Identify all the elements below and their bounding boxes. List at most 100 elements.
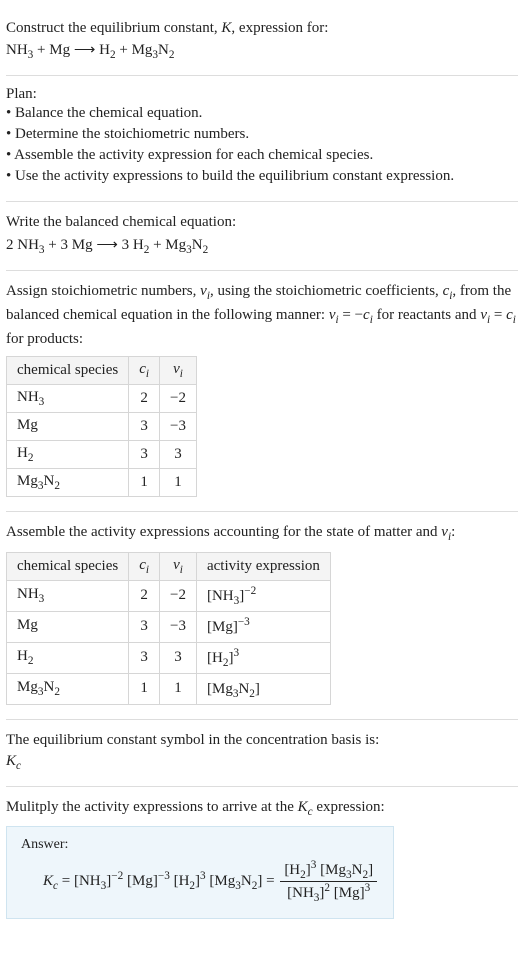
table-header-row: chemical species ci νi activity expressi… (7, 552, 331, 580)
bullet: • Use the activity expressions to build … (6, 166, 518, 187)
multiply-line: Mulitply the activity expressions to arr… (6, 797, 518, 821)
text: + 3 Mg ⟶ 3 H (45, 237, 144, 253)
plus: + (33, 42, 49, 58)
cell-ci: 3 (129, 412, 160, 440)
var-c: c (139, 361, 146, 377)
text: [Mg] (330, 885, 365, 901)
text: : (451, 524, 455, 540)
superscript: 3 (233, 647, 239, 659)
text: [Mg (206, 873, 236, 889)
balanced-intro: Write the balanced chemical equation: (6, 212, 518, 233)
text: Assign stoichiometric numbers, (6, 283, 200, 299)
text: for reactants and (373, 307, 480, 323)
cell-ci: 2 (129, 384, 160, 412)
table-row: Mg 3 −3 [Mg]−3 (7, 611, 331, 642)
text: Assemble the activity expressions accoun… (6, 524, 441, 540)
activity-intro: Assemble the activity expressions accoun… (6, 522, 518, 546)
superscript: −2 (244, 585, 256, 597)
eq: = (262, 873, 278, 889)
subscript: 2 (169, 49, 175, 61)
cell-nu: 3 (160, 642, 197, 673)
bullet: • Balance the chemical equation. (6, 103, 518, 124)
superscript: −2 (111, 870, 123, 882)
var-c: c (139, 557, 146, 573)
cell-activity: [Mg3N2] (196, 673, 330, 704)
cell-activity: [Mg]−3 (196, 611, 330, 642)
text: , using the stoichiometric coefficients, (210, 283, 443, 299)
var-nu: ν (173, 557, 180, 573)
superscript: 3 (365, 882, 371, 894)
text: N (352, 862, 363, 878)
subscript: 2 (203, 244, 209, 256)
cell-species: Mg (7, 412, 129, 440)
text: [Mg (316, 862, 346, 878)
cell-ci: 1 (129, 468, 160, 496)
activity-table: chemical species ci νi activity expressi… (6, 552, 331, 705)
text: for products: (6, 331, 83, 347)
subscript: 3 (39, 396, 45, 408)
sub-i: i (180, 368, 183, 380)
cell-nu: −3 (160, 611, 197, 642)
eq: = (58, 873, 74, 889)
species: N (158, 42, 169, 58)
cell-nu: 3 (160, 440, 197, 468)
cell-ci: 1 (129, 673, 160, 704)
th-ci: ci (129, 356, 160, 384)
sub-i: i (180, 564, 183, 576)
text: [NH (207, 588, 234, 604)
text: expression: (313, 799, 385, 815)
cell-nu: −2 (160, 384, 197, 412)
species: H (99, 42, 110, 58)
cell-activity: [H2]3 (196, 642, 330, 673)
text: , expression for: (231, 20, 328, 36)
var-K: K (43, 873, 53, 889)
arrow: ⟶ (70, 42, 99, 58)
table-row: Mg3N2 1 1 (7, 468, 197, 496)
bullet: • Assemble the activity expression for e… (6, 145, 518, 166)
table-row: NH3 2 −2 (7, 384, 197, 412)
cell-species: Mg3N2 (7, 673, 129, 704)
kc-symbol: Kc (6, 753, 518, 772)
assign-paragraph: Assign stoichiometric numbers, ν i , using… (6, 281, 518, 350)
text: [H (170, 873, 190, 889)
species: NH (6, 42, 28, 58)
text: + Mg (149, 237, 186, 253)
th-nu: νi (160, 552, 197, 580)
table-header-row: chemical species ci νi (7, 356, 197, 384)
prompt-block: Construct the equilibrium constant, K, e… (6, 8, 518, 76)
plus: + (116, 42, 132, 58)
text: = (490, 307, 506, 323)
cell-nu: −3 (160, 412, 197, 440)
sub-c: c (16, 760, 21, 772)
var-c: c (363, 307, 370, 323)
var-nu: ν (200, 283, 207, 299)
balanced-block: Write the balanced chemical equation: 2 … (6, 202, 518, 271)
var-K: K (221, 20, 231, 36)
subscript: 2 (54, 686, 60, 698)
var-c: c (506, 307, 513, 323)
kc-symbol-block: The equilibrium constant symbol in the c… (6, 720, 518, 787)
cell-ci: 3 (129, 440, 160, 468)
sub-i: i (513, 314, 516, 326)
balanced-equation: 2 NH3 + 3 Mg ⟶ 3 H2 + Mg3N2 (6, 235, 518, 256)
subscript: 3 (39, 593, 45, 605)
unbalanced-equation: NH3 + Mg ⟶ H2 + Mg3N2 (6, 40, 518, 61)
cell-ci: 2 (129, 580, 160, 611)
text: N (43, 679, 54, 695)
prompt-line-1: Construct the equilibrium constant, K, e… (6, 18, 518, 38)
text: H (17, 445, 28, 461)
text: [H (207, 650, 223, 666)
text: [NH (287, 885, 314, 901)
th-species: chemical species (7, 552, 129, 580)
sub-i: i (146, 368, 149, 380)
kc-expression: Kc = [NH3]−2 [Mg]−3 [H2]3 [Mg3N2] = [H2]… (21, 859, 379, 904)
th-species: chemical species (7, 356, 129, 384)
activity-block: Assemble the activity expressions accoun… (6, 512, 518, 720)
species: Mg (132, 42, 153, 58)
th-activity: activity expression (196, 552, 330, 580)
cell-ci: 3 (129, 611, 160, 642)
denominator: [NH3]2 [Mg]3 (280, 882, 377, 904)
table-row: Mg3N2 1 1 [Mg3N2] (7, 673, 331, 704)
sub-i: i (146, 564, 149, 576)
species: Mg (49, 42, 70, 58)
